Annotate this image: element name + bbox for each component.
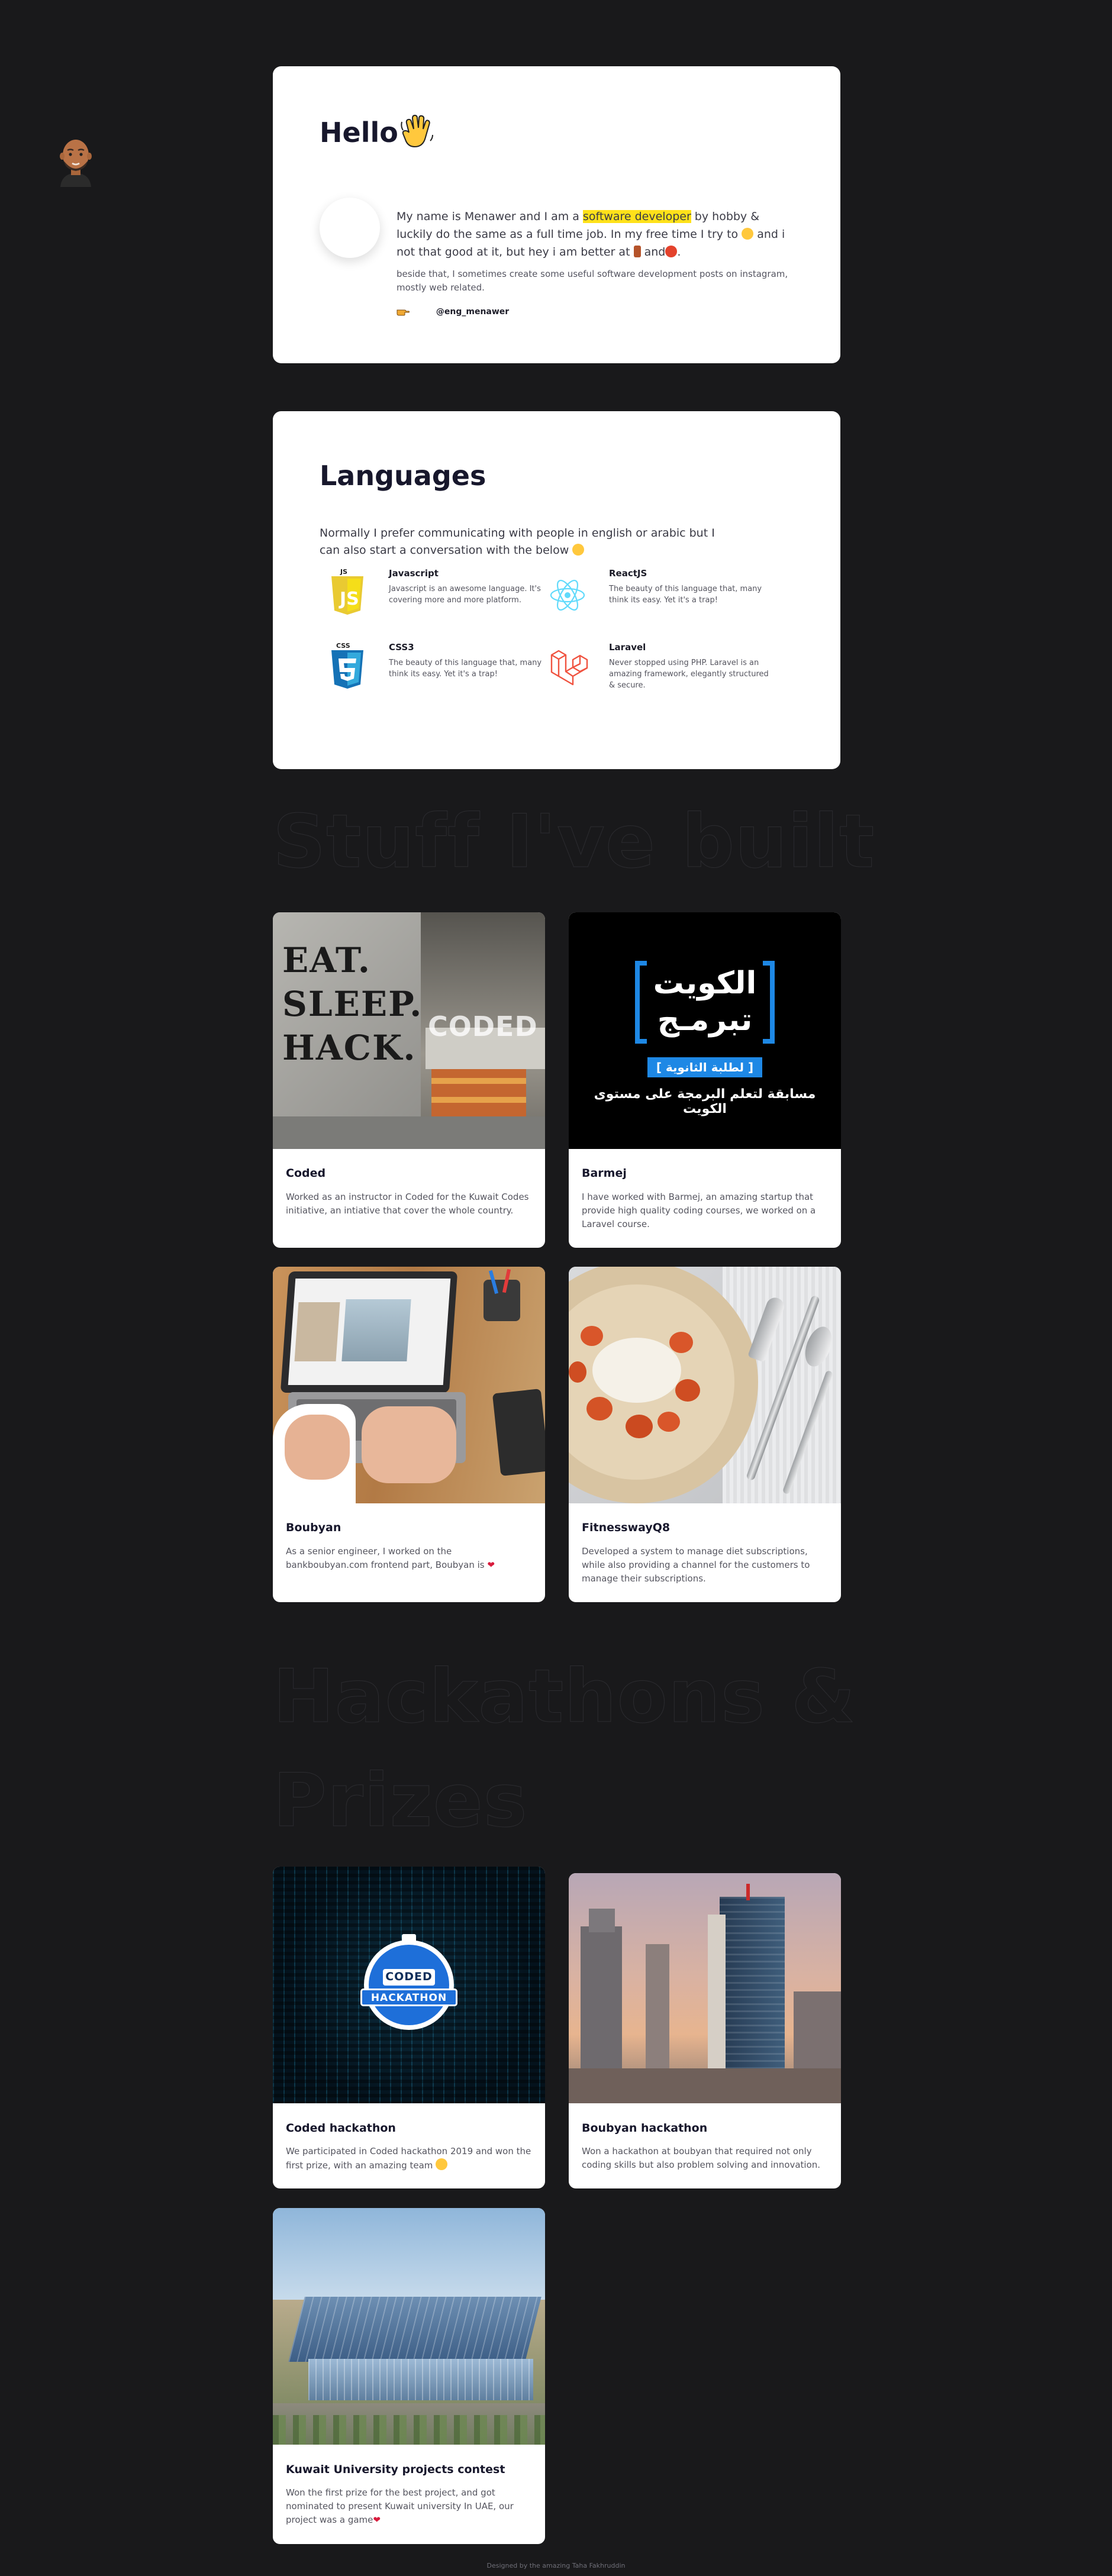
image-text-sleep: SLEEP. xyxy=(282,984,423,1024)
pointing-hand-icon xyxy=(397,306,410,316)
section-title-hackathons: Hackathons & Prizes xyxy=(273,1654,856,1844)
sunglasses-face-icon xyxy=(436,2158,448,2170)
project-card-fitnesswayq8[interactable]: FitnesswayQ8 Developed a system to manag… xyxy=(569,1267,841,1602)
image-text-kuwait: الكويت xyxy=(653,966,757,1001)
project-title: FitnesswayQ8 xyxy=(582,1521,671,1534)
hackathon-card-boubyan[interactable]: Boubyan hackathon Won a hackathon at bou… xyxy=(569,1873,841,2188)
project-description: As a senior engineer, I worked on the ba… xyxy=(286,1546,495,1570)
juggling-face-icon xyxy=(742,228,754,240)
section-title-built: Stuff I've built xyxy=(272,799,875,885)
hackathon-logo-text: HACKATHON xyxy=(370,1992,447,2004)
smiling-face-icon xyxy=(572,544,585,556)
hello-title: Hello xyxy=(320,117,398,149)
hello-card: Hello My name is Menawer and I am a soft… xyxy=(273,66,840,363)
hackathon-description: Won a hackathon at boubyan that required… xyxy=(582,2146,821,2170)
hackathon-description: Won the first prize for the best project… xyxy=(286,2487,514,2525)
instagram-handle-link[interactable]: @eng_menawer xyxy=(436,307,509,317)
laravel-icon xyxy=(547,642,588,689)
project-title: Barmej xyxy=(582,1167,627,1180)
image-sign-coded: CODED xyxy=(428,1011,538,1042)
kuwait-university-image xyxy=(273,2208,545,2445)
hackathon-description: We participated in Coded hackathon 2019 … xyxy=(286,2146,531,2171)
image-text-hack: HACK. xyxy=(282,1028,417,1068)
hackathon-card-coded[interactable]: CODED HACKATHON Coded hackathon We parti… xyxy=(273,1867,545,2188)
image-text-eat: EAT. xyxy=(282,940,371,980)
svg-text:JS: JS xyxy=(340,568,347,576)
project-description: Developed a system to manage diet subscr… xyxy=(582,1546,810,1584)
boubyan-hackathon-image xyxy=(569,1873,841,2103)
hackathon-card-kuwait-university[interactable]: Kuwait University projects contest Won t… xyxy=(273,2208,545,2544)
hackathon-title: Coded hackathon xyxy=(286,2122,396,2135)
project-card-coded[interactable]: EAT. SLEEP. HACK. CODED Coded Worked as … xyxy=(273,912,545,1248)
instagram-note: beside that, I sometimes create some use… xyxy=(397,269,788,293)
instagram-handle-row: @eng_menawer xyxy=(397,306,509,317)
image-badge-highschool: [ لطلبة الثانوية ] xyxy=(647,1057,762,1077)
guitar-icon xyxy=(633,246,641,257)
boubyan-project-image xyxy=(273,1267,545,1503)
avatar xyxy=(54,135,97,187)
image-text-codes: تبرمـج xyxy=(657,1002,753,1038)
project-title: Boubyan xyxy=(286,1521,341,1534)
languages-title: Languages xyxy=(320,460,486,492)
react-icon xyxy=(547,568,588,615)
footer-credit: Designed by the amazing Taha Fakhruddin xyxy=(486,2562,626,2569)
svg-text:JS: JS xyxy=(339,589,359,609)
css3-icon: CSS xyxy=(327,642,368,689)
highlight-software-developer: software developer xyxy=(582,210,691,223)
heart-icon: ❤ xyxy=(373,2514,381,2525)
hackathon-logo-coded: CODED xyxy=(385,1970,433,1983)
fitnesswayq8-project-image xyxy=(569,1267,841,1503)
barmej-project-image: الكويت تبرمـج [ لطلبة الثانوية ] مسابقة … xyxy=(569,912,841,1149)
intro-text: My name is Menawer and I am a software d… xyxy=(397,210,785,259)
image-text-contest: مسابقة لتعلم البرمجة على مستوى الكويت xyxy=(594,1087,816,1116)
waving-hand-icon xyxy=(401,114,434,149)
js-icon: JS JS xyxy=(327,568,368,615)
coded-hackathon-image: CODED HACKATHON xyxy=(273,1867,545,2103)
hackathon-title: Kuwait University projects contest xyxy=(286,2463,505,2476)
project-description: I have worked with Barmej, an amazing st… xyxy=(582,1192,816,1229)
hackathon-title: Boubyan hackathon xyxy=(582,2122,708,2135)
project-card-boubyan[interactable]: Boubyan As a senior engineer, I worked o… xyxy=(273,1267,545,1602)
languages-lead: Normally I prefer communicating with peo… xyxy=(320,527,715,557)
profile-image-placeholder xyxy=(320,198,380,258)
project-description: Worked as an instructor in Coded for the… xyxy=(286,1192,529,1216)
svg-text:CSS: CSS xyxy=(336,642,350,650)
basketball-icon xyxy=(665,246,678,257)
coded-project-image: EAT. SLEEP. HACK. CODED xyxy=(273,912,545,1149)
languages-card: Languages Normally I prefer communicatin… xyxy=(273,411,840,769)
heart-icon: ❤ xyxy=(487,1560,495,1570)
project-card-barmej[interactable]: الكويت تبرمـج [ لطلبة الثانوية ] مسابقة … xyxy=(569,912,841,1248)
project-title: Coded xyxy=(286,1167,326,1180)
